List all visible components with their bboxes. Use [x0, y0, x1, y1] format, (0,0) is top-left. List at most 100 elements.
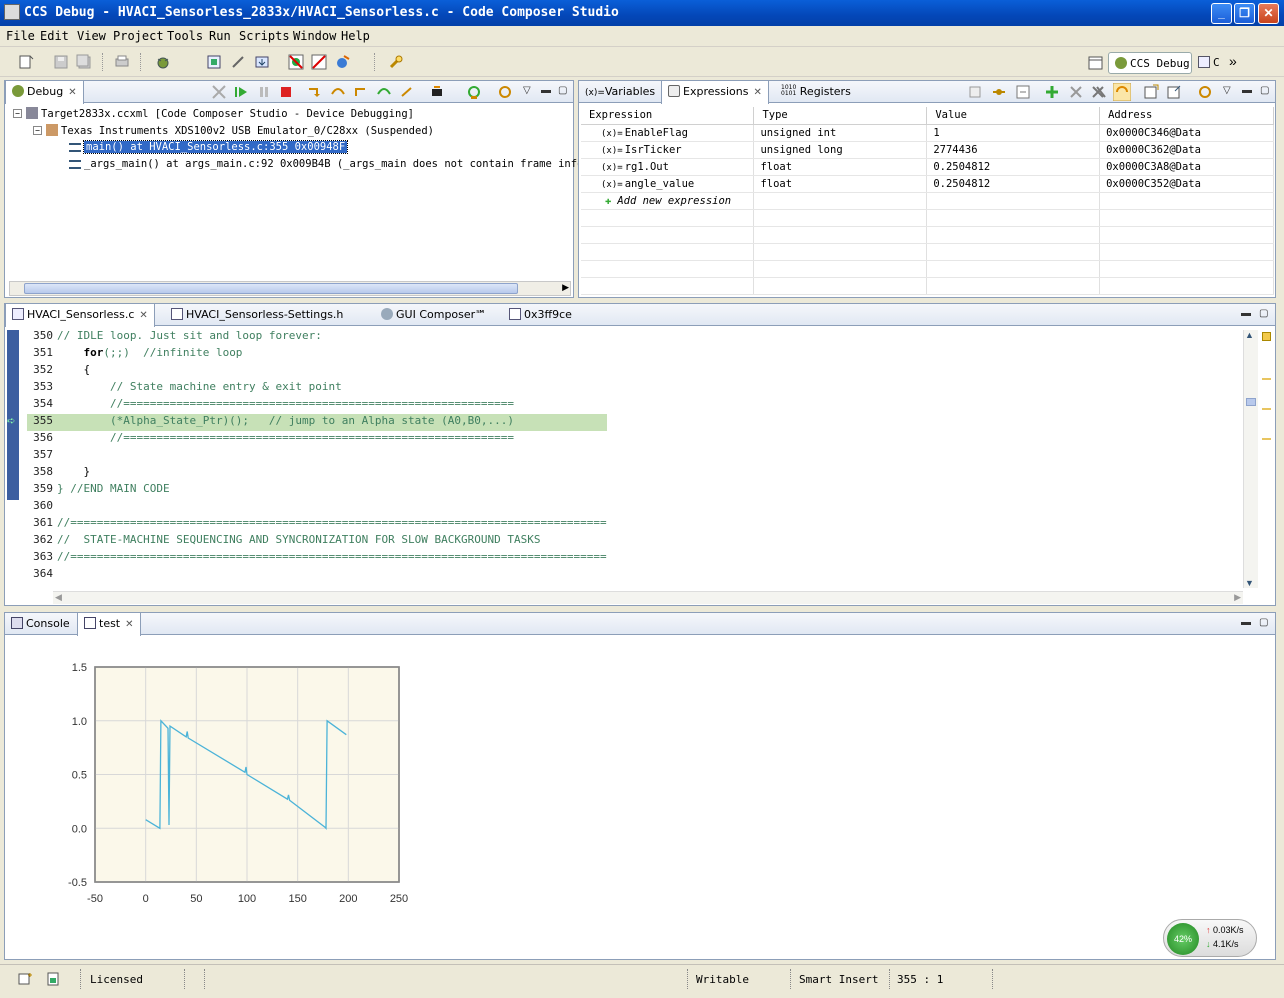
maximize-icon[interactable]: ▢: [1260, 85, 1269, 96]
save-icon[interactable]: [53, 54, 69, 70]
code-line[interactable]: 361 //===================================…: [27, 516, 607, 533]
menu-file[interactable]: File: [6, 29, 35, 43]
connect-icon[interactable]: [230, 54, 246, 70]
tab-editor-h-file[interactable]: HVACI_Sensorless-Settings.h: [165, 304, 349, 326]
menu-project[interactable]: Project: [113, 29, 164, 43]
scroll-right-icon[interactable]: ▶: [1234, 592, 1241, 603]
minimize-icon[interactable]: ▬: [1242, 85, 1252, 96]
refresh-icon[interactable]: [1197, 84, 1213, 100]
maximize-button[interactable]: ❐: [1234, 3, 1255, 24]
minimize-icon[interactable]: ▬: [1241, 617, 1251, 628]
suspend-icon[interactable]: [256, 84, 272, 100]
scroll-left-icon[interactable]: ◀: [55, 592, 62, 603]
tab-console[interactable]: Console: [5, 613, 76, 635]
add-expression-row[interactable]: ✚ Add new expression: [581, 192, 1274, 210]
tab-debug[interactable]: Debug ✕: [5, 81, 84, 104]
collapse-tree-icon[interactable]: [1015, 84, 1031, 100]
remove-expression-icon[interactable]: [1068, 84, 1084, 100]
sync-icon[interactable]: [497, 84, 513, 100]
close-button[interactable]: ✕: [1258, 3, 1279, 24]
value-cell[interactable]: 1: [926, 124, 1101, 142]
close-tab-icon[interactable]: ✕: [753, 87, 761, 98]
table-row[interactable]: (x)= EnableFlag unsigned int 1 0x0000C346…: [581, 124, 1274, 142]
code-line[interactable]: 364: [27, 567, 57, 584]
breakpoint-off-icon[interactable]: [288, 54, 304, 70]
step-return-icon[interactable]: [353, 84, 369, 100]
scrollbar-thumb[interactable]: [1246, 398, 1256, 406]
code-line[interactable]: 357: [27, 448, 57, 465]
tab-registers[interactable]: 1010 0101 Registers: [775, 81, 857, 103]
code-line[interactable]: 360: [27, 499, 57, 516]
minimize-icon[interactable]: ▬: [1241, 308, 1251, 319]
terminate-all-icon[interactable]: [211, 84, 227, 100]
menu-run[interactable]: Run: [209, 29, 231, 43]
tab-test[interactable]: test ✕: [77, 613, 141, 636]
editor-horizontal-scrollbar[interactable]: ◀ ▶: [53, 591, 1243, 604]
value-cell[interactable]: 0.2504812: [926, 175, 1101, 193]
value-cell[interactable]: 0.2504812: [926, 158, 1101, 176]
code-line-current[interactable]: 355 (*Alpha_State_Ptr)(); // jump to an …: [27, 414, 514, 431]
assembly-step-icon[interactable]: [376, 84, 392, 100]
code-line[interactable]: 358 }: [27, 465, 90, 482]
tree-row-frame-args[interactable]: _args_main() at args_main.c:92 0x009B4B …: [69, 158, 590, 170]
code-line[interactable]: 354 //==================================…: [27, 397, 514, 414]
expression-cell[interactable]: (x)= rg1.Out: [581, 158, 755, 176]
code-line[interactable]: 350 // IDLE loop. Just sit and loop forev…: [27, 329, 322, 346]
step-out-icon[interactable]: [399, 84, 415, 100]
code-line[interactable]: 356 //==================================…: [27, 431, 514, 448]
code-line[interactable]: 359} //END MAIN CODE: [27, 482, 169, 499]
column-header-value[interactable]: Value: [926, 107, 1101, 125]
view-menu-icon[interactable]: ▽: [523, 85, 531, 96]
collapse-icon[interactable]: −: [33, 126, 42, 135]
perspective-ccs-debug[interactable]: CCS Debug: [1108, 52, 1192, 74]
value-cell[interactable]: 2774436: [926, 141, 1101, 159]
breakpoint-remove-icon[interactable]: [311, 54, 327, 70]
expression-cell[interactable]: (x)= EnableFlag: [581, 124, 755, 142]
code-line[interactable]: 362 // STATE-MACHINE SEQUENCING AND SYNCR…: [27, 533, 540, 550]
expression-cell[interactable]: (x)= IsrTicker: [581, 141, 755, 159]
maximize-icon[interactable]: ▢: [1259, 617, 1268, 628]
code-line[interactable]: 351 for(;;) //infinite loop: [27, 346, 242, 363]
tab-gui-composer[interactable]: GUI Composer℠: [375, 304, 492, 326]
minimize-button[interactable]: _: [1211, 3, 1232, 24]
add-new-expression[interactable]: ✚ Add new expression: [581, 192, 755, 210]
scrollbar-thumb[interactable]: [24, 283, 518, 294]
code-line[interactable]: 363 //===================================…: [27, 550, 607, 567]
more-perspectives-button[interactable]: »: [1229, 53, 1237, 69]
search-icon[interactable]: [388, 54, 404, 70]
tab-editor-c-file[interactable]: HVACI_Sensorless.c ✕: [5, 304, 155, 327]
menu-scripts[interactable]: Scripts: [239, 29, 290, 43]
horizontal-scrollbar[interactable]: ▶: [9, 281, 571, 296]
maximize-icon[interactable]: ▢: [1259, 308, 1268, 319]
target-config-icon[interactable]: [206, 54, 222, 70]
tab-variables[interactable]: (x)=Variables: [579, 81, 661, 103]
run-ext-icon[interactable]: [335, 54, 351, 70]
collapse-icon[interactable]: −: [13, 109, 22, 118]
tab-address[interactable]: 0x3ff9ce: [503, 304, 578, 326]
tree-row-emulator[interactable]: − Texas Instruments XDS100v2 USB Emulator…: [33, 124, 434, 137]
new-view-icon[interactable]: [1143, 84, 1159, 100]
print-icon[interactable]: [114, 54, 130, 70]
step-into-icon[interactable]: [307, 84, 323, 100]
scroll-right-icon[interactable]: ▶: [562, 282, 569, 293]
remove-all-icon[interactable]: [1091, 84, 1107, 100]
code-line[interactable]: 352 {: [27, 363, 90, 380]
restart-icon[interactable]: [466, 84, 482, 100]
table-row[interactable]: (x)= IsrTicker unsigned long 2774436 0x00…: [581, 141, 1274, 159]
menu-edit[interactable]: Edit: [40, 29, 69, 43]
network-monitor-widget[interactable]: 42% ↑ 0.03K/s ↓ 4.1K/s: [1163, 919, 1257, 957]
vertical-scrollbar[interactable]: ▲ ▼: [1243, 330, 1258, 588]
menu-view[interactable]: View: [77, 29, 106, 43]
close-tab-icon[interactable]: ✕: [139, 310, 147, 321]
view-menu-icon[interactable]: ▽: [1223, 85, 1231, 96]
collapse-all-icon[interactable]: [967, 84, 983, 100]
load-program-icon[interactable]: [254, 54, 270, 70]
maximize-icon[interactable]: ▢: [558, 85, 567, 96]
column-header-type[interactable]: Type: [753, 107, 928, 125]
table-row[interactable]: (x)= angle_value float 0.2504812 0x0000C3…: [581, 175, 1274, 193]
menu-window[interactable]: Window: [293, 29, 336, 43]
scroll-down-icon[interactable]: ▼: [1245, 578, 1254, 588]
debug-bug-icon[interactable]: [155, 54, 171, 70]
fast-view-icon[interactable]: [18, 972, 34, 986]
tab-expressions[interactable]: Expressions ✕: [661, 81, 769, 104]
